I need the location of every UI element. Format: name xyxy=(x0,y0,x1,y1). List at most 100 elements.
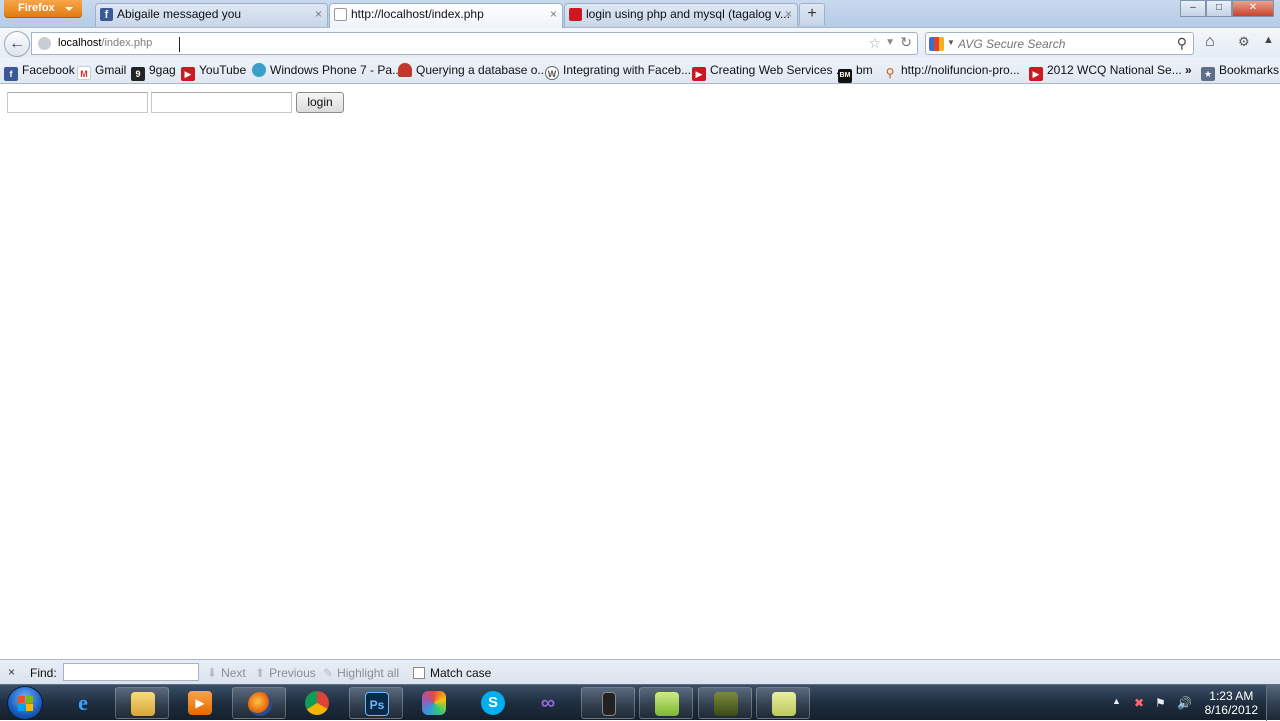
search-icon[interactable]: ⚲ xyxy=(1177,35,1187,52)
taskbar-chrome[interactable] xyxy=(290,687,344,719)
bookmark-star-icon[interactable]: ☆ xyxy=(868,35,881,52)
bookmark-windows-phone[interactable]: Windows Phone 7 - Pa... xyxy=(252,63,402,79)
network-error-icon[interactable]: ✖ xyxy=(1134,696,1144,710)
tab-localhost[interactable]: http://localhost/index.php × xyxy=(329,3,563,28)
bookmark-label: Facebook xyxy=(22,63,75,77)
login-button[interactable]: login xyxy=(296,92,344,113)
bookmark-creating-web-services[interactable]: ▶ Creating Web Services ... xyxy=(692,63,846,81)
bookmarks-overflow-button[interactable]: » xyxy=(1185,63,1192,79)
minimize-button[interactable]: – xyxy=(1180,0,1206,17)
bookmark-label: Bookmarks xyxy=(1219,63,1280,77)
toolbar-overflow-icon[interactable]: ▲ xyxy=(1263,34,1274,46)
picasa-icon xyxy=(422,691,446,715)
blank-page-icon xyxy=(334,8,347,21)
tray-expand-icon[interactable]: ▲ xyxy=(1112,696,1121,706)
find-next-button[interactable]: ⬇ Next xyxy=(207,666,246,680)
bookmark-gmail[interactable]: M Gmail xyxy=(77,63,127,80)
show-desktop-button[interactable] xyxy=(1266,685,1280,721)
text-cursor-icon xyxy=(179,37,182,52)
action-center-icon[interactable]: ⚑ xyxy=(1155,696,1166,710)
match-case-checkbox[interactable]: Match case xyxy=(413,666,491,680)
home-icon[interactable]: ⌂ xyxy=(1205,33,1215,51)
volume-icon[interactable]: 🔊 xyxy=(1177,696,1192,710)
taskbar-skype[interactable]: S xyxy=(466,687,520,719)
close-icon[interactable]: × xyxy=(315,4,322,25)
taskbar-notepad-plus[interactable] xyxy=(639,687,693,719)
taskbar-picasa[interactable] xyxy=(407,687,461,719)
photoshop-icon: Ps xyxy=(365,692,389,716)
firefox-menu-label: Firefox xyxy=(18,2,55,14)
bookmark-label: Windows Phone 7 - Pa... xyxy=(270,63,403,77)
bookmark-label: YouTube xyxy=(199,63,247,77)
chevron-down-icon[interactable]: ▼ xyxy=(947,38,955,47)
url-bar[interactable]: localhost/index.php ☆ ▼ ↻ xyxy=(31,32,918,55)
bookmark-label: Gmail xyxy=(95,63,127,77)
taskbar-camtasia[interactable] xyxy=(698,687,752,719)
camtasia-icon xyxy=(714,692,738,716)
taskbar-internet-explorer[interactable]: e xyxy=(56,687,110,719)
gmail-icon: M xyxy=(77,66,91,80)
tab-title: http://localhost/index.php xyxy=(351,7,484,21)
navigation-toolbar: ← localhost/index.php ☆ ▼ ↻ ▼ ⚲ ⌂ ⚙ ▲ xyxy=(0,27,1280,58)
maximize-button[interactable]: □ xyxy=(1206,0,1232,17)
bookmark-querying-database[interactable]: Querying a database o... xyxy=(398,63,547,79)
bookmark-facebook[interactable]: f Facebook xyxy=(4,63,75,81)
facebook-icon: f xyxy=(100,8,113,21)
bookmark-integrating-facebook[interactable]: W Integrating with Faceb... xyxy=(545,63,691,80)
bookmark-wcq-national[interactable]: ▶ 2012 WCQ National Se... xyxy=(1029,63,1182,81)
bookmarks-menu-button[interactable]: ★ Bookmarks xyxy=(1201,63,1280,81)
phone-emulator-icon xyxy=(602,692,616,716)
find-previous-button[interactable]: ⬆ Previous xyxy=(255,666,316,680)
taskbar-sticky-notes[interactable] xyxy=(756,687,810,719)
new-tab-button[interactable]: + xyxy=(799,3,825,25)
globe-icon xyxy=(252,63,266,77)
notepad-plus-icon xyxy=(655,692,679,716)
bookmark-nolifuncion[interactable]: ⚲ http://nolifuncion-pro... xyxy=(883,63,1020,80)
clock-date: 8/16/2012 xyxy=(1204,703,1258,717)
tab-youtube[interactable]: login using php and mysql (tagalog v... … xyxy=(564,3,798,27)
firefox-icon xyxy=(248,692,272,716)
close-icon[interactable]: × xyxy=(550,4,557,25)
sticky-notes-icon xyxy=(772,692,796,716)
bookmarks-icon: ★ xyxy=(1201,67,1215,81)
taskbar-file-explorer[interactable] xyxy=(115,687,169,719)
bookmark-label: http://nolifuncion-pro... xyxy=(901,63,1020,77)
highlight-all-button[interactable]: ✎ Highlight all xyxy=(323,666,399,680)
taskbar-media-player[interactable]: ▶ xyxy=(173,687,227,719)
find-label: Find: xyxy=(30,666,57,680)
find-input[interactable] xyxy=(63,663,199,681)
site-identity-icon[interactable] xyxy=(38,37,51,50)
search-bar[interactable]: ▼ ⚲ xyxy=(925,32,1194,55)
tab-facebook[interactable]: f Abigaile messaged you × xyxy=(95,3,328,27)
visual-studio-icon: ∞ xyxy=(540,692,556,714)
bookmark-label: Querying a database o... xyxy=(416,63,548,77)
back-button[interactable]: ← xyxy=(4,31,30,57)
checkbox-icon[interactable] xyxy=(413,667,425,679)
chevron-down-icon xyxy=(65,7,73,11)
taskbar-phone-emulator[interactable] xyxy=(581,687,635,719)
username-input[interactable] xyxy=(7,92,148,113)
taskbar-photoshop[interactable]: Ps xyxy=(349,687,403,719)
facebook-icon: f xyxy=(4,67,18,81)
avg-search-engine-icon[interactable] xyxy=(929,37,944,51)
taskbar-visual-studio[interactable]: ∞ xyxy=(521,687,575,719)
media-player-icon: ▶ xyxy=(188,691,212,715)
bookmark-youtube[interactable]: ▶ YouTube xyxy=(181,63,247,81)
close-icon[interactable]: × xyxy=(8,665,15,679)
firefox-menu-button[interactable]: Firefox xyxy=(4,0,82,18)
reload-icon[interactable]: ↻ xyxy=(900,34,912,51)
match-case-label: Match case xyxy=(430,666,492,680)
taskbar-firefox[interactable] xyxy=(232,687,286,719)
password-input[interactable] xyxy=(151,92,292,113)
addon-icon[interactable]: ⚙ xyxy=(1238,34,1250,50)
close-icon[interactable]: × xyxy=(785,4,792,25)
bookmark-9gag[interactable]: 9 9gag xyxy=(131,63,176,81)
taskbar: e ▶ Ps S ∞ ▲ ✖ ⚑ 🔊 1:23 AM 8/16/2012 xyxy=(0,684,1280,721)
start-button[interactable] xyxy=(7,686,43,720)
search-input[interactable] xyxy=(958,35,1168,52)
bookmark-bm[interactable]: BM bm xyxy=(838,63,873,83)
history-dropdown-icon[interactable]: ▼ xyxy=(885,37,895,48)
window-controls: – □ ✕ xyxy=(1180,0,1274,17)
system-clock[interactable]: 1:23 AM 8/16/2012 xyxy=(1205,689,1258,717)
window-close-button[interactable]: ✕ xyxy=(1232,0,1274,17)
